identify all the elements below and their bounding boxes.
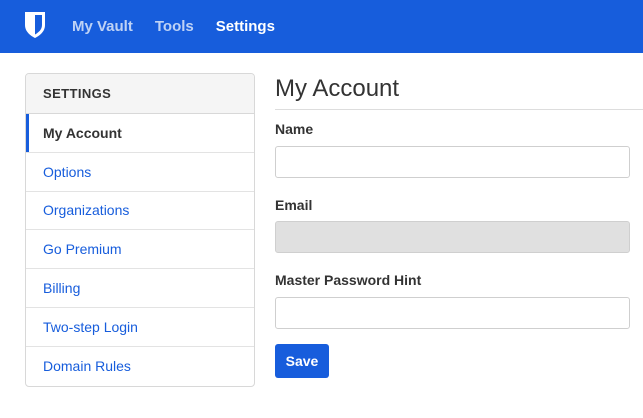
email-input[interactable] — [275, 221, 630, 253]
master-password-hint-label: Master Password Hint — [275, 272, 422, 288]
sidebar-item-organizations[interactable]: Organizations — [26, 192, 254, 231]
sidebar-item-my-account[interactable]: My Account — [26, 114, 254, 153]
top-navbar: My Vault Tools Settings — [0, 0, 643, 53]
master-password-hint-input[interactable] — [275, 297, 630, 329]
sidebar-item-two-step-login[interactable]: Two-step Login — [26, 308, 254, 347]
nav-links: My Vault Tools Settings — [72, 0, 297, 53]
sidebar-item-domain-rules[interactable]: Domain Rules — [26, 347, 254, 386]
nav-link-settings[interactable]: Settings — [216, 18, 275, 35]
sidebar-item-go-premium[interactable]: Go Premium — [26, 230, 254, 270]
nav-link-my-vault[interactable]: My Vault — [72, 18, 133, 35]
shield-icon[interactable] — [24, 11, 46, 39]
page-title: My Account — [275, 73, 643, 110]
name-label: Name — [275, 121, 314, 137]
sidebar-item-billing[interactable]: Billing — [26, 269, 254, 308]
settings-sidebar: SETTINGS My Account Options Organization… — [25, 73, 255, 387]
sidebar-item-options[interactable]: Options — [26, 153, 254, 192]
sidebar-header: SETTINGS — [26, 74, 254, 114]
save-button[interactable]: Save — [275, 344, 329, 378]
name-input[interactable] — [275, 146, 630, 178]
account-form: My Account Name Email Master Password Hi… — [275, 73, 643, 378]
email-label: Email — [275, 197, 313, 213]
nav-link-tools[interactable]: Tools — [155, 18, 194, 35]
